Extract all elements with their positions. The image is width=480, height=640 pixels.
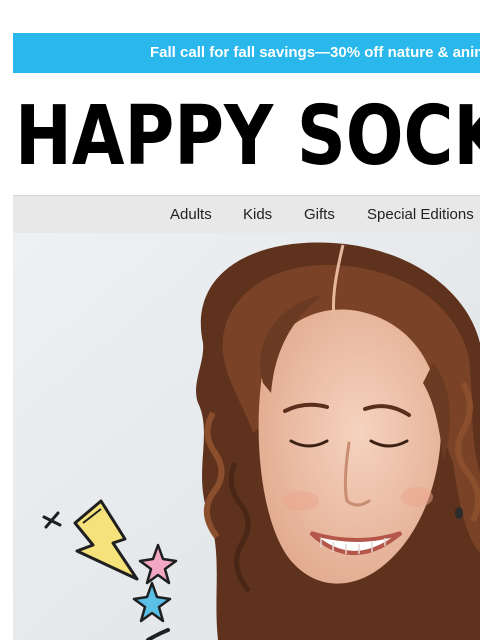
promo-text[interactable]: Fall call for fall savings—30% off natur… (150, 44, 480, 61)
promo-banner[interactable]: Fall call for fall savings—30% off natur… (13, 33, 480, 73)
nav-item-special-editions[interactable]: Special Editions (367, 206, 474, 223)
nav-item-kids[interactable]: Kids (243, 206, 272, 223)
nav-item-adults[interactable]: Adults (170, 206, 212, 223)
hero-image (13, 233, 480, 640)
logo-wordmark: HAPPY SOCKS (15, 92, 480, 176)
brand-logo[interactable]: HAPPY SOCKS (13, 92, 480, 176)
nav-item-gifts[interactable]: Gifts (304, 206, 335, 223)
logo-text: HAPPY SOCKS (15, 92, 480, 176)
hero-banner[interactable] (13, 233, 480, 640)
main-nav: Adults Kids Gifts Special Editions (13, 195, 480, 234)
